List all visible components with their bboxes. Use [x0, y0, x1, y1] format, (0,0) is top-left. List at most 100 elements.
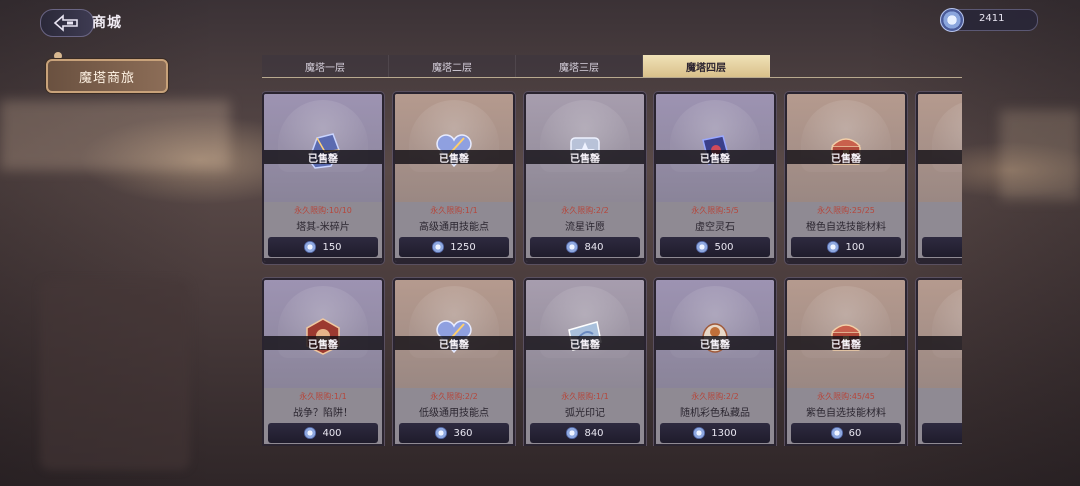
- card-bottom-edge: [787, 444, 905, 446]
- tab-floor-3[interactable]: 魔塔三层: [516, 55, 643, 77]
- sold-out-banner: 已售罄: [918, 150, 962, 164]
- gem-coin-icon: [830, 427, 843, 439]
- background-window: [0, 100, 230, 170]
- item-price: 60: [848, 427, 862, 439]
- item-name: 流星许愿: [565, 222, 605, 233]
- tab-floor-2[interactable]: 魔塔二层: [389, 55, 516, 77]
- sold-out-banner: 已售罄: [656, 150, 774, 165]
- shop-item-card[interactable]: 已售罄永彩色自: [916, 92, 962, 264]
- shop-category-tag[interactable]: 魔塔商旅: [46, 59, 168, 93]
- item-price: 500: [714, 241, 734, 253]
- shop-item-card[interactable]: 已售罄永久限购:1/1 高级通用技能点 1250: [393, 92, 515, 264]
- card-bottom-edge: [395, 258, 513, 262]
- currency-amount: 2411: [979, 13, 1005, 24]
- item-art-background: [918, 280, 962, 388]
- card-bottom-edge: [264, 444, 382, 446]
- price-button[interactable]: 150: [268, 237, 378, 257]
- gem-coin-icon: [304, 241, 317, 253]
- page-title: 商城: [92, 15, 122, 31]
- gem-coin-icon: [827, 241, 840, 253]
- sold-out-banner: 已售罄: [395, 150, 513, 165]
- item-name: 彩色自: [918, 218, 962, 233]
- shop-item-card[interactable]: 已售罄永久限购:45/45 紫色自选技能材料 60: [785, 278, 907, 446]
- shop-item-grid: 已售罄 永久限购:10/10 塔其-米碎片 150 已售罄 永久限购:1/1 高级通用技能点…: [262, 90, 962, 446]
- sold-out-banner: 已售罄: [526, 150, 644, 165]
- shop-category-label: 魔塔商旅: [78, 70, 135, 86]
- card-bottom-edge: [918, 258, 962, 262]
- purchase-limit: 永久限购:2/2: [561, 206, 609, 215]
- purchase-limit: 永久限购:1/1: [561, 392, 609, 401]
- item-art-background: [918, 94, 962, 202]
- purchase-limit: 永久限购:1/1: [299, 392, 347, 401]
- gem-coin-icon: [566, 427, 579, 439]
- card-bottom-edge: [395, 444, 513, 446]
- item-price: 1300: [711, 427, 737, 439]
- purchase-limit: 永: [918, 391, 962, 402]
- gem-coin-icon: [435, 427, 448, 439]
- shop-item-card[interactable]: 已售罄永久限购:2/2 流星许愿 840: [524, 92, 646, 264]
- shop-item-card[interactable]: 已售罄永久限购:5/5 虚空灵石 500: [654, 92, 776, 264]
- card-bottom-edge: [526, 258, 644, 262]
- tab-floor-4[interactable]: 魔塔四层: [643, 55, 770, 77]
- sold-out-banner: 已售罄: [526, 336, 644, 351]
- item-name: 橙色自选技能材料: [806, 222, 886, 233]
- purchase-limit: 永久限购:2/2: [691, 392, 739, 401]
- purchase-limit: 永久限购:5/5: [691, 206, 739, 215]
- purchase-limit: 永久限购:1/1: [430, 206, 478, 215]
- shop-item-card[interactable]: 已售罄永橙色自: [916, 278, 962, 446]
- price-button[interactable]: [922, 423, 962, 443]
- shop-item-card[interactable]: 已售罄 永久限购:2/2 低级通用技能点 360: [393, 278, 515, 446]
- shop-item-card[interactable]: 已售罄永久限购:10/10 塔其-米碎片 150: [262, 92, 384, 264]
- gem-coin-icon: [566, 241, 579, 253]
- tab-floor-1[interactable]: 魔塔一层: [262, 55, 389, 77]
- item-name: 高级通用技能点: [419, 222, 489, 233]
- price-button[interactable]: [922, 237, 962, 257]
- background-window: [1000, 110, 1080, 200]
- item-price: 1250: [450, 241, 476, 253]
- price-button[interactable]: 400: [268, 423, 378, 443]
- item-name: 塔其-米碎片: [296, 222, 350, 233]
- purchase-limit: 永久限购:25/25: [817, 206, 875, 215]
- shop-item-card[interactable]: 已售罄永久限购:1/1 战争？陷阱！ 400: [262, 278, 384, 446]
- price-button[interactable]: 840: [530, 237, 640, 257]
- purchase-limit: 永久限购:10/10: [294, 206, 352, 215]
- price-button[interactable]: 840: [530, 423, 640, 443]
- sold-out-banner: 已售罄: [787, 150, 905, 165]
- sold-out-banner: 已售罄: [264, 150, 382, 165]
- item-name: 随机彩色私藏品: [680, 408, 750, 419]
- background-chair: [40, 280, 190, 470]
- gem-coin-icon: [696, 241, 709, 253]
- purchase-limit: 永: [918, 205, 962, 216]
- item-price: 400: [322, 427, 342, 439]
- card-bottom-edge: [656, 444, 774, 446]
- card-bottom-edge: [918, 444, 962, 446]
- sold-out-banner: 已售罄: [918, 336, 962, 350]
- item-name: 弧光印记: [565, 408, 605, 419]
- purchase-limit: 永久限购:45/45: [817, 392, 875, 401]
- sold-out-banner: 已售罄: [656, 336, 774, 351]
- purchase-limit: 永久限购:2/2: [430, 392, 478, 401]
- gem-coin-icon: [304, 427, 317, 439]
- item-name: 橙色自: [918, 404, 962, 419]
- price-button[interactable]: 1300: [660, 423, 770, 443]
- sold-out-banner: 已售罄: [787, 336, 905, 351]
- item-name: 虚空灵石: [695, 222, 735, 233]
- card-bottom-edge: [656, 258, 774, 262]
- item-name: 战争？陷阱！: [293, 408, 353, 419]
- shop-item-card[interactable]: 已售罄永久限购:2/2 随机彩色私藏品 1300: [654, 278, 776, 446]
- shop-item-card[interactable]: 已售罄永久限购:25/25 橙色自选技能材料 100: [785, 92, 907, 264]
- gem-coin-icon: [940, 8, 964, 32]
- item-name: 紫色自选技能材料: [806, 408, 886, 419]
- card-bottom-edge: [264, 258, 382, 262]
- price-button[interactable]: 1250: [399, 237, 509, 257]
- price-button[interactable]: 60: [791, 423, 901, 443]
- item-name: 低级通用技能点: [419, 408, 489, 419]
- currency-display[interactable]: 2411: [940, 8, 1038, 32]
- price-button[interactable]: 500: [660, 237, 770, 257]
- price-button[interactable]: 360: [399, 423, 509, 443]
- card-bottom-edge: [526, 444, 644, 446]
- shop-item-card[interactable]: 已售罄永久限购:1/1 弧光印记 840: [524, 278, 646, 446]
- sold-out-banner: 已售罄: [264, 336, 382, 351]
- price-button[interactable]: 100: [791, 237, 901, 257]
- back-button[interactable]: [40, 9, 94, 37]
